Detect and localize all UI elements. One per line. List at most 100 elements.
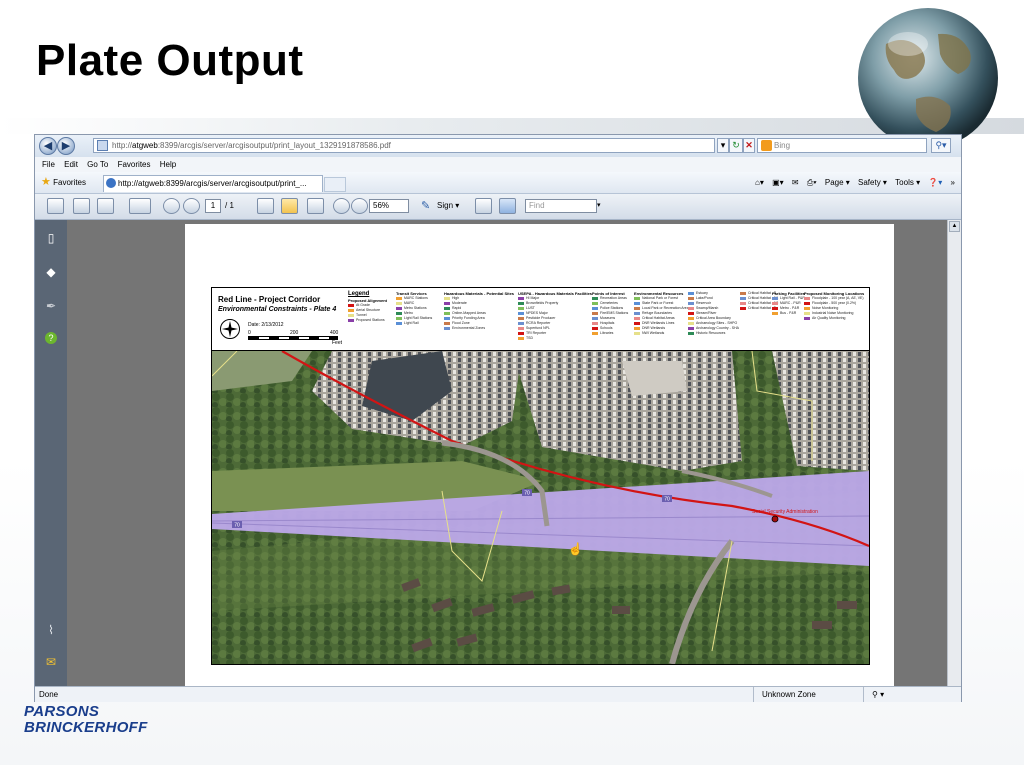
legend-swatch bbox=[348, 318, 354, 322]
comments-icon[interactable]: ✉ bbox=[45, 656, 57, 668]
legend-swatch bbox=[592, 296, 598, 300]
url-prefix: http:// bbox=[112, 141, 133, 150]
search-input[interactable]: Bing bbox=[757, 138, 927, 153]
legend-item: Libraries bbox=[592, 331, 628, 336]
zoom-level-input[interactable]: 56% bbox=[369, 199, 409, 213]
zoom-status-label: ▾ bbox=[880, 690, 885, 699]
cmd-tools[interactable]: Tools ▾ bbox=[895, 178, 920, 187]
url-rest: :8399/arcgis/server/arcgisoutput/print_l… bbox=[157, 141, 391, 150]
previous-page-button[interactable] bbox=[163, 198, 180, 214]
collaborate-button[interactable] bbox=[129, 198, 151, 214]
legend-item-label: At Grade bbox=[356, 303, 371, 307]
refresh-icon[interactable]: ↻ bbox=[729, 138, 743, 153]
help-icon-sidebar[interactable]: ? bbox=[45, 332, 57, 344]
signatures-icon[interactable]: ✒ bbox=[45, 300, 57, 312]
tab-title: http://atgweb:8399/arcgis/server/arcgiso… bbox=[118, 179, 307, 188]
address-dropdown-button[interactable]: ▾ bbox=[717, 138, 729, 153]
favorites-button[interactable]: ★ Favorites bbox=[41, 172, 86, 193]
legend-swatch bbox=[804, 311, 810, 315]
legend-item-label: TSD bbox=[526, 336, 533, 340]
legend-item: Proposed Stations bbox=[348, 318, 387, 323]
legend-swatch bbox=[688, 296, 694, 300]
zoom-status[interactable]: ⚲ ▾ bbox=[863, 687, 884, 702]
legend-swatch bbox=[444, 306, 450, 310]
help-icon[interactable]: ❓▾ bbox=[928, 178, 942, 187]
fit-page-button[interactable] bbox=[499, 198, 516, 214]
select-tool-button[interactable] bbox=[257, 198, 274, 214]
legend-item-label: DNR Wetlands bbox=[642, 326, 666, 330]
vertical-scrollbar[interactable]: ▲ bbox=[947, 220, 961, 686]
legend-item-label: RCRA Reporter bbox=[526, 321, 551, 325]
page-number-input[interactable]: 1 bbox=[205, 199, 221, 213]
legend-swatch bbox=[518, 311, 524, 315]
forward-button[interactable]: ▶ bbox=[57, 137, 75, 155]
legend-swatch bbox=[634, 321, 640, 325]
legend-swatch bbox=[348, 303, 354, 307]
zoom-status-icon: ⚲ bbox=[872, 690, 878, 699]
plate-legend-band: Red Line - Project Corridor Environmenta… bbox=[212, 288, 869, 351]
pdf-viewer[interactable]: Red Line - Project Corridor Environmenta… bbox=[67, 220, 947, 686]
home-icon[interactable]: ⌂▾ bbox=[755, 178, 764, 187]
fit-width-button[interactable] bbox=[475, 198, 492, 214]
legend-item-label: Brownfields Property bbox=[526, 301, 559, 305]
legend-item-label: LUST bbox=[526, 306, 535, 310]
address-input[interactable]: http://atgweb:8399/arcgis/server/arcgiso… bbox=[93, 138, 715, 153]
layers-icon[interactable]: ◆ bbox=[45, 266, 57, 278]
hand-tool-button[interactable] bbox=[281, 198, 298, 214]
sign-button[interactable]: ✎ Sign ▾ bbox=[421, 199, 459, 213]
menu-goto[interactable]: Go To bbox=[87, 157, 108, 172]
legend-column: Proposed Alignment At Grade Aerial Structu… bbox=[348, 298, 387, 323]
print-button[interactable] bbox=[47, 198, 64, 214]
next-page-button[interactable] bbox=[183, 198, 200, 214]
legend-item: Bus - P&R bbox=[772, 311, 805, 316]
cmd-page[interactable]: Page ▾ bbox=[825, 178, 850, 187]
legend-swatch bbox=[592, 326, 598, 330]
legend-item: Air Quality Monitoring bbox=[804, 316, 864, 321]
cmd-safety[interactable]: Safety ▾ bbox=[858, 178, 887, 187]
find-input[interactable]: Find bbox=[525, 199, 597, 213]
search-button[interactable]: ⚲▾ bbox=[931, 138, 951, 153]
legend-item: Historic Resources bbox=[688, 331, 739, 336]
legend-swatch bbox=[592, 311, 598, 315]
menu-help[interactable]: Help bbox=[160, 157, 176, 172]
back-button[interactable]: ◀ bbox=[39, 137, 57, 155]
pages-icon[interactable]: ▯ bbox=[45, 232, 57, 244]
feeds-icon[interactable]: ▣▾ bbox=[772, 178, 784, 187]
legend-swatch bbox=[444, 296, 450, 300]
legend-item-label: Cemeteries bbox=[600, 301, 618, 305]
tab-current[interactable]: http://atgweb:8399/arcgis/server/arcgiso… bbox=[103, 175, 323, 192]
legend-swatch bbox=[518, 301, 524, 305]
email-button[interactable] bbox=[97, 198, 114, 214]
legend-title: Legend bbox=[348, 291, 370, 297]
zoom-in-button[interactable] bbox=[351, 198, 368, 214]
chevron-more-icon[interactable]: » bbox=[951, 178, 955, 187]
legend-swatch bbox=[396, 296, 402, 300]
mail-icon[interactable]: ✉ bbox=[792, 178, 799, 187]
legend-swatch bbox=[592, 321, 598, 325]
marquee-zoom-button[interactable] bbox=[307, 198, 324, 214]
save-button[interactable] bbox=[73, 198, 90, 214]
legend-swatch bbox=[772, 311, 778, 315]
legend-swatch bbox=[518, 331, 524, 335]
menu-file[interactable]: File bbox=[42, 157, 55, 172]
menu-edit[interactable]: Edit bbox=[64, 157, 78, 172]
legend-item-label: Metro Stations bbox=[404, 306, 427, 310]
find-dropdown[interactable]: ▾ bbox=[597, 199, 607, 213]
legend-item-label: Metro bbox=[404, 311, 413, 315]
legend-column: USEPA - Hazardous Materials Facilities HI… bbox=[518, 291, 592, 341]
print-icon[interactable]: ⎙▾ bbox=[807, 178, 817, 187]
zoom-out-button[interactable] bbox=[333, 198, 350, 214]
plate-subtitle: Environmental Constraints - Plate 4 bbox=[218, 306, 337, 313]
road-shield-label: 70 bbox=[664, 497, 670, 503]
legend-item: TSD bbox=[518, 336, 592, 341]
attachment-icon[interactable]: ⌇ bbox=[45, 624, 57, 636]
menu-favorites[interactable]: Favorites bbox=[118, 157, 151, 172]
legend-swatch bbox=[592, 306, 598, 310]
legend-item-label: Proposed Stations bbox=[356, 318, 385, 322]
aerial-map: Social Security Administration 70 70 70 … bbox=[212, 351, 869, 664]
new-tab-button[interactable] bbox=[324, 177, 346, 192]
legend-swatch bbox=[772, 306, 778, 310]
legend-swatch bbox=[396, 321, 402, 325]
scroll-up-button[interactable]: ▲ bbox=[949, 221, 960, 232]
stop-icon[interactable]: ✕ bbox=[743, 138, 755, 153]
